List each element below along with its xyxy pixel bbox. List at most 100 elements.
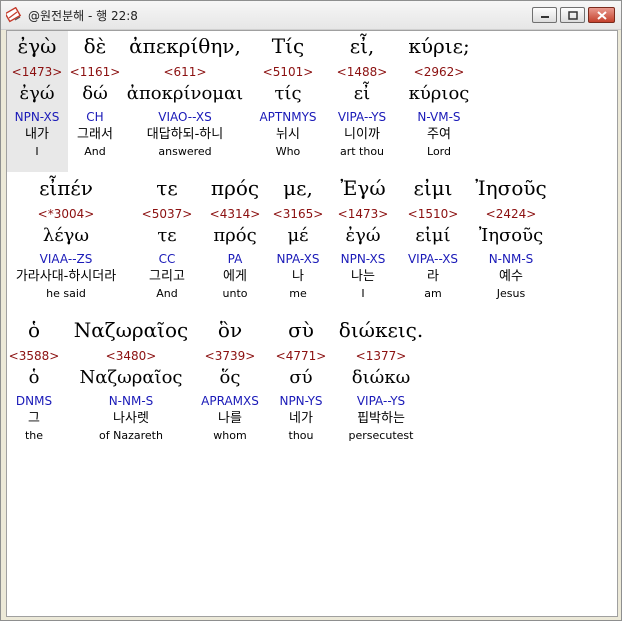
greek-word: εἰμι: [413, 176, 453, 200]
word-column[interactable]: εἶ, <1488> εἶ VIPA--YS 니이까 art thou: [337, 31, 388, 159]
korean-gloss: 그: [28, 411, 40, 426]
english-gloss: And: [84, 145, 106, 158]
greek-word: δὲ: [83, 34, 107, 58]
word-column[interactable]: ἐγὼ <1473> ἐγώ NPN-XS 내가 I: [12, 31, 63, 159]
lemma: Ἰησοῦς: [478, 225, 544, 246]
korean-gloss: 주여: [427, 127, 451, 142]
parsing-code: VIPA--XS: [407, 252, 459, 266]
korean-gloss: 내가: [25, 127, 49, 142]
english-gloss: And: [156, 287, 178, 300]
english-gloss: Lord: [427, 145, 451, 158]
strong-number: <1161>: [69, 65, 121, 79]
greek-word: Ναζωραῖος: [73, 318, 189, 342]
interlinear-view[interactable]: ἐγὼ <1473> ἐγώ NPN-XS 내가 Iδὲ <1161> δώ CH 그래서 And ἀ…: [6, 30, 618, 617]
english-gloss: me: [289, 287, 307, 300]
strong-number: <5037>: [141, 207, 193, 221]
strong-number: <2424>: [485, 207, 537, 221]
greek-word: διώκεις.: [338, 318, 424, 342]
parsing-code: NPA-XS: [276, 252, 320, 266]
greek-word: ἐγὼ: [17, 34, 57, 58]
greek-word: Ἐγώ: [340, 176, 386, 200]
korean-gloss: 핍박하는: [357, 411, 405, 426]
english-gloss: the: [24, 429, 44, 442]
greek-word: σὺ: [288, 318, 314, 342]
parsing-code: DNMS: [15, 394, 53, 408]
parsing-code: VIPA--YS: [337, 110, 387, 124]
word-column[interactable]: Ἰησοῦς <2424> Ἰησοῦς N-NM-S 예수 Jesus: [475, 173, 546, 301]
title-bar[interactable]: @원전분해 - 행 22:8: [1, 1, 621, 30]
close-icon: [596, 10, 607, 20]
word-column[interactable]: ὃν <3739> ὅς APRAMXS 나를 whom: [201, 315, 259, 443]
korean-gloss: 예수: [499, 269, 523, 284]
word-column[interactable]: σὺ <4771> σύ NPN-YS 네가 thou: [276, 315, 327, 443]
greek-word: ὃν: [217, 318, 243, 342]
greek-word: εἶ,: [349, 34, 375, 58]
parsing-code: PA: [227, 252, 243, 266]
word-column[interactable]: Ναζωραῖος <3480> Ναζωραῖος N-NM-S 나사렛 of Naza…: [74, 315, 189, 443]
lemma: ἐγώ: [19, 83, 55, 104]
word-column[interactable]: Ἐγώ <1473> ἐγώ NPN-XS 나는 I: [338, 173, 389, 301]
strong-number: <1473>: [11, 65, 63, 79]
word-column[interactable]: τε <5037> τε CC 그리고 And: [142, 173, 193, 301]
word-column[interactable]: πρός <4314> πρός PA 에게 unto: [210, 173, 261, 301]
word-column[interactable]: δὲ <1161> δώ CH 그래서 And: [70, 31, 121, 159]
english-gloss: he said: [46, 287, 86, 300]
word-column[interactable]: Τίς <5101> τίς APTNMYS 뉘시 Who: [259, 31, 316, 159]
korean-gloss: 가라사대-하시더라: [15, 269, 117, 284]
lemma: σύ: [289, 367, 313, 388]
word-column[interactable]: κύριε; <2962> κύριος N-VM-S 주여 Lord: [408, 31, 469, 159]
lemma: δώ: [82, 83, 108, 104]
greek-word: ὁ: [27, 318, 41, 342]
strong-number: <1473>: [337, 207, 389, 221]
word-column[interactable]: εἶπέν <*3004> λέγω VIAA--ZS 가라사대-하시더라 he said: [16, 173, 116, 301]
english-gloss: answered: [158, 145, 212, 158]
maximize-icon: [567, 10, 578, 20]
greek-word: εἶπέν: [39, 176, 93, 200]
korean-gloss: 그래서: [77, 127, 113, 142]
word-column[interactable]: ἀπεκρίθην, <611> ἀποκρίνομαι VIAO--XS 대답하되-하…: [127, 31, 243, 159]
greek-word: με,: [283, 176, 313, 200]
maximize-button[interactable]: [560, 7, 585, 23]
lemma: μέ: [287, 225, 309, 246]
strong-number: <1377>: [355, 349, 407, 363]
lemma: ἀποκρίνομαι: [126, 83, 244, 104]
bible-app-icon[interactable]: [4, 6, 22, 23]
lemma: εἰμί: [415, 225, 451, 246]
strong-number: <*3004>: [37, 207, 95, 221]
korean-gloss: 그리고: [149, 269, 185, 284]
strong-number: <4314>: [209, 207, 261, 221]
parsing-code: APRAMXS: [201, 394, 259, 408]
greek-word: πρός: [210, 176, 260, 200]
strong-number: <1488>: [336, 65, 388, 79]
minimize-icon: [540, 16, 549, 18]
english-gloss: I: [35, 145, 39, 158]
lemma: τίς: [274, 83, 302, 104]
parsing-code: N-VM-S: [417, 110, 461, 124]
korean-gloss: 에게: [223, 269, 247, 284]
strong-number: <2962>: [413, 65, 465, 79]
parsing-code: VIAO--XS: [158, 110, 212, 124]
lemma: ἐγώ: [345, 225, 381, 246]
word-column[interactable]: διώκεις. <1377> διώκω VIPA--YS 핍박하는 persecute…: [339, 315, 423, 443]
parsing-code: NPN-XS: [340, 252, 386, 266]
parsing-code: VIAA--ZS: [39, 252, 93, 266]
english-gloss: unto: [222, 287, 248, 300]
english-gloss: I: [361, 287, 365, 300]
window-title: @원전분해 - 행 22:8: [28, 9, 138, 23]
word-column[interactable]: με, <3165> μέ NPA-XS 나 me: [273, 173, 324, 301]
parsing-code: APTNMYS: [259, 110, 317, 124]
english-gloss: art thou: [339, 145, 385, 158]
lemma: τε: [157, 225, 177, 246]
word-column[interactable]: εἰμι <1510> εἰμί VIPA--XS 라 am: [408, 173, 459, 301]
greek-word: κύριε;: [408, 34, 470, 58]
lemma: κύριος: [408, 83, 470, 104]
english-gloss: am: [424, 287, 442, 300]
korean-gloss: 대답하되-하니: [146, 127, 224, 142]
parsing-code: NPN-XS: [14, 110, 60, 124]
minimize-button[interactable]: [532, 7, 557, 23]
korean-gloss: 나: [292, 269, 304, 284]
word-column[interactable]: ὁ <3588> ὁ DNMS 그 the: [9, 315, 60, 443]
greek-word: Τίς: [271, 34, 305, 58]
close-button[interactable]: [588, 7, 615, 23]
greek-word: ἀπεκρίθην,: [129, 34, 241, 58]
